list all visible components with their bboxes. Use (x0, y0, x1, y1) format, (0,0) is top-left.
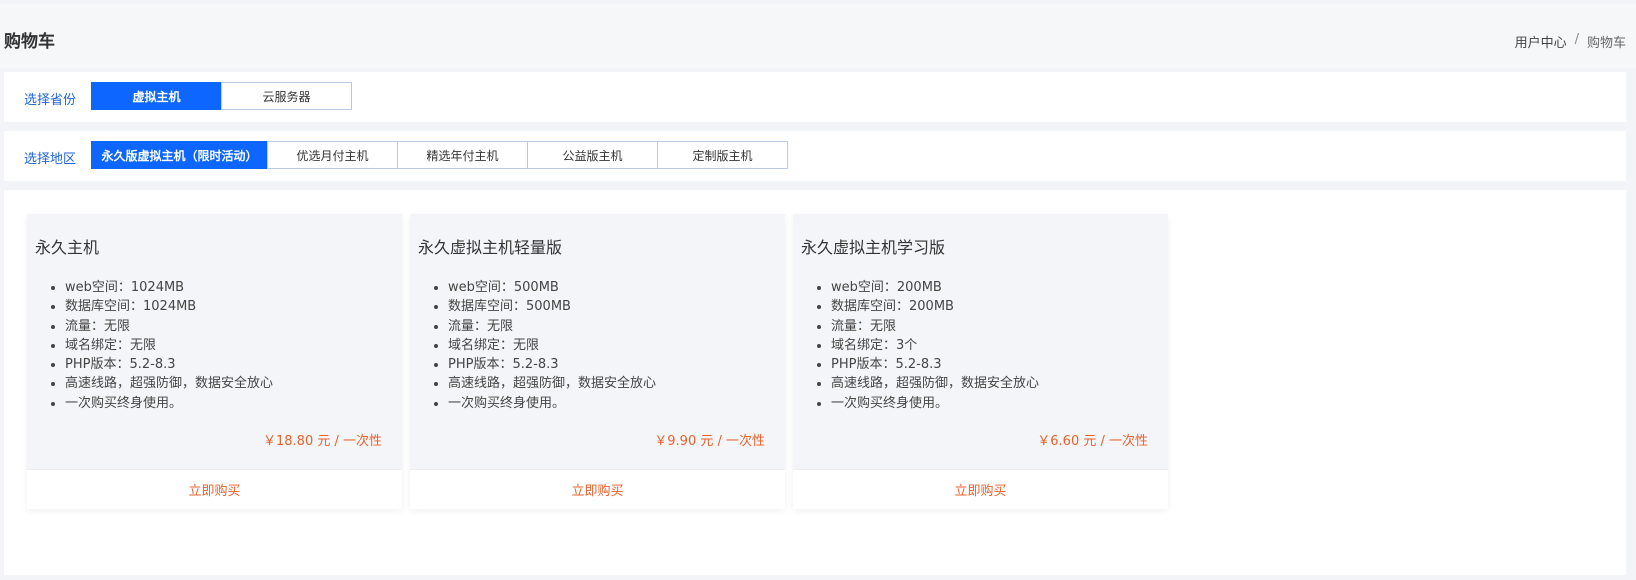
product-card-body: 永久虚拟主机学习版 web空间：200MB 数据库空间：200MB 流量：无限 … (793, 214, 1168, 469)
breadcrumb-separator: / (1574, 32, 1579, 47)
product-card: 永久虚拟主机学习版 web空间：200MB 数据库空间：200MB 流量：无限 … (793, 214, 1168, 509)
product-title: 永久主机 (35, 238, 100, 257)
feature-item: 高速线路，超强防御，数据安全放心 (831, 374, 1039, 393)
region-filter-label: 选择地区 (24, 152, 77, 167)
feature-item: 高速线路，超强防御，数据安全放心 (448, 374, 656, 393)
tab-permanent-host[interactable]: 永久版虚拟主机（限时活动） (91, 141, 268, 169)
product-price: ￥6.60 元 / 一次性 (1037, 434, 1148, 449)
buy-now-button[interactable]: 立即购买 (188, 480, 240, 499)
feature-item: 一次购买终身使用。 (831, 394, 1039, 413)
feature-item: 数据库空间：500MB (448, 297, 656, 316)
tab-virtual-host[interactable]: 虚拟主机 (91, 82, 222, 110)
product-title: 永久虚拟主机轻量版 (418, 238, 563, 257)
page-header: 购物车 用户中心 / 购物车 (0, 4, 1636, 68)
feature-item: 一次购买终身使用。 (448, 394, 656, 413)
feature-item: 数据库空间：200MB (831, 297, 1039, 316)
product-title: 永久虚拟主机学习版 (801, 238, 946, 257)
product-card-body: 永久主机 web空间：1024MB 数据库空间：1024MB 流量：无限 域名绑… (27, 214, 402, 469)
feature-item: 高速线路，超强防御，数据安全放心 (65, 374, 273, 393)
feature-list: web空间：1024MB 数据库空间：1024MB 流量：无限 域名绑定：无限 … (65, 278, 273, 413)
region-tab-group: 永久版虚拟主机（限时活动） 优选月付主机 精选年付主机 公益版主机 定制版主机 (91, 141, 788, 169)
tab-monthly-host[interactable]: 优选月付主机 (267, 141, 398, 169)
product-card: 永久主机 web空间：1024MB 数据库空间：1024MB 流量：无限 域名绑… (27, 214, 402, 509)
breadcrumb-user-center[interactable]: 用户中心 (1515, 32, 1567, 51)
feature-item: 流量：无限 (65, 317, 273, 336)
product-card-footer: 立即购买 (27, 469, 402, 509)
region-filter: 选择地区 永久版虚拟主机（限时活动） 优选月付主机 精选年付主机 公益版主机 定… (4, 131, 1626, 181)
feature-item: 一次购买终身使用。 (65, 394, 273, 413)
breadcrumb: 用户中心 / 购物车 (1515, 32, 1626, 51)
feature-item: 域名绑定：3个 (831, 336, 1039, 355)
feature-item: PHP版本：5.2-8.3 (448, 355, 656, 374)
feature-list: web空间：200MB 数据库空间：200MB 流量：无限 域名绑定：3个 PH… (831, 278, 1039, 413)
province-filter: 选择省份 虚拟主机 云服务器 (4, 72, 1626, 122)
feature-item: 域名绑定：无限 (448, 336, 656, 355)
tab-custom-host[interactable]: 定制版主机 (657, 141, 788, 169)
tab-charity-host[interactable]: 公益版主机 (527, 141, 658, 169)
feature-item: PHP版本：5.2-8.3 (65, 355, 273, 374)
province-filter-label: 选择省份 (24, 93, 77, 108)
tab-cloud-server[interactable]: 云服务器 (221, 82, 352, 110)
product-card-footer: 立即购买 (793, 469, 1168, 509)
feature-item: 流量：无限 (831, 317, 1039, 336)
buy-now-button[interactable]: 立即购买 (571, 480, 623, 499)
feature-item: PHP版本：5.2-8.3 (831, 355, 1039, 374)
province-tab-group: 虚拟主机 云服务器 (91, 82, 352, 110)
feature-item: web空间：500MB (448, 278, 656, 297)
feature-item: 流量：无限 (448, 317, 656, 336)
product-list: 永久主机 web空间：1024MB 数据库空间：1024MB 流量：无限 域名绑… (4, 190, 1626, 575)
product-price: ￥9.90 元 / 一次性 (654, 434, 765, 449)
product-card: 永久虚拟主机轻量版 web空间：500MB 数据库空间：500MB 流量：无限 … (410, 214, 785, 509)
feature-item: 域名绑定：无限 (65, 336, 273, 355)
feature-item: 数据库空间：1024MB (65, 297, 273, 316)
tab-yearly-host[interactable]: 精选年付主机 (397, 141, 528, 169)
product-price: ￥18.80 元 / 一次性 (263, 434, 382, 449)
feature-list: web空间：500MB 数据库空间：500MB 流量：无限 域名绑定：无限 PH… (448, 278, 656, 413)
breadcrumb-cart: 购物车 (1586, 36, 1626, 51)
page-title: 购物车 (4, 32, 55, 52)
feature-item: web空间：200MB (831, 278, 1039, 297)
feature-item: web空间：1024MB (65, 278, 273, 297)
page: 购物车 用户中心 / 购物车 选择省份 虚拟主机 云服务器 选择地区 永久版虚拟… (0, 0, 1636, 580)
product-card-footer: 立即购买 (410, 469, 785, 509)
product-card-body: 永久虚拟主机轻量版 web空间：500MB 数据库空间：500MB 流量：无限 … (410, 214, 785, 469)
buy-now-button[interactable]: 立即购买 (954, 480, 1006, 499)
